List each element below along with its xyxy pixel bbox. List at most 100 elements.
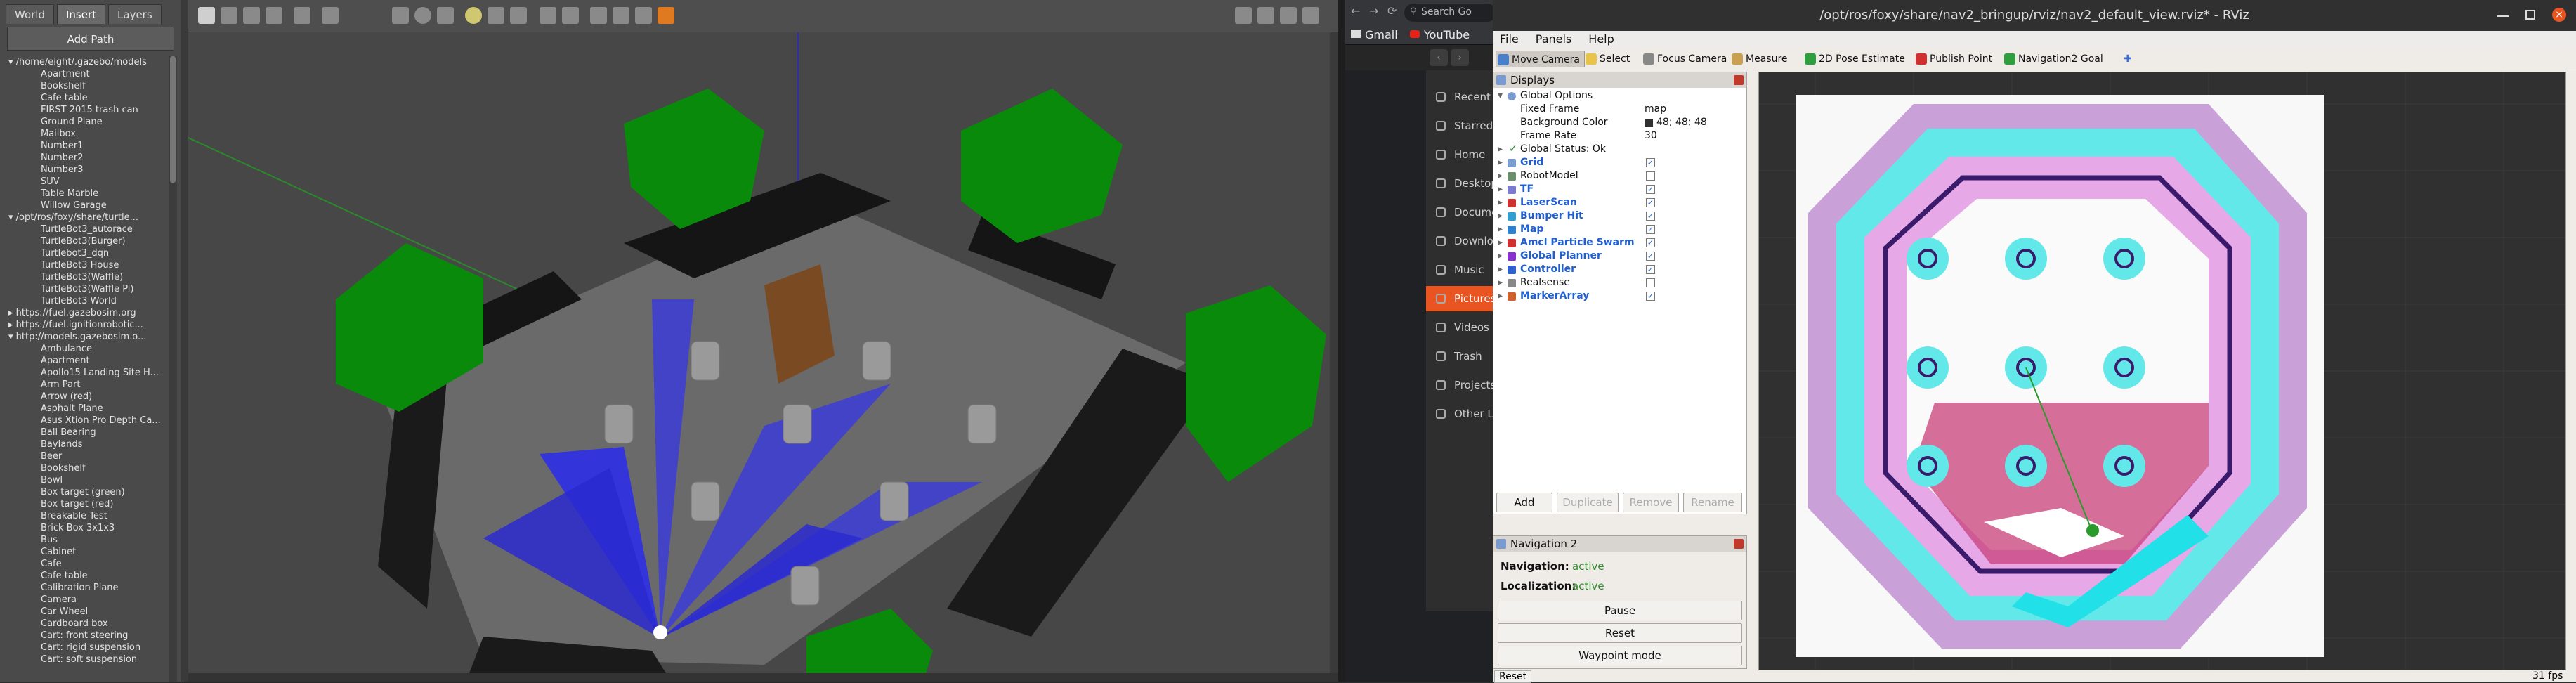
screenshot-icon[interactable] [1235,7,1252,24]
tree-model-item[interactable]: Mailbox [7,128,174,140]
address-bar[interactable]: ⚲ Search Go [1404,4,1496,22]
display-item-robotmodel[interactable]: ▸ RobotModel [1493,169,1746,183]
tree-model-item[interactable]: Car Wheel [7,606,174,618]
tree-model-item[interactable]: Cart: rigid suspension [7,642,174,653]
select-mode-icon[interactable] [198,7,215,24]
tree-model-item[interactable]: Asphalt Plane [7,403,174,415]
display-enable-checkbox[interactable]: ✓ [1646,212,1655,221]
tree-model-item[interactable]: TurtleBot3(Burger) [7,235,174,247]
display-enable-checkbox[interactable]: ✓ [1646,292,1655,301]
tree-model-item[interactable]: Cafe table [7,92,174,104]
background-color-row[interactable]: Background Color 48; 48; 48 [1493,116,1746,129]
global-options-row[interactable]: ▾ Global Options [1493,89,1746,103]
display-item-grid[interactable]: ▸ Grid ✓ [1493,156,1746,169]
tree-model-item[interactable]: Asus Xtion Pro Depth Ca... [7,415,174,427]
sidebar-item-starred[interactable]: Starred [1426,113,1496,138]
reset-button[interactable]: Reset [1498,623,1742,643]
tree-model-item[interactable]: Baylands [7,438,174,450]
copy-icon[interactable] [540,7,556,24]
snap-icon[interactable] [613,7,629,24]
back-icon[interactable]: ← [1351,4,1360,18]
forward-icon[interactable]: → [1369,4,1378,18]
tree-path[interactable]: ▾ /opt/ros/foxy/share/turtle... [7,212,174,223]
directional-light-icon[interactable] [510,7,527,24]
fixed-frame-value[interactable]: map [1645,103,1666,116]
sidebar-item-projects[interactable]: Projects [1426,372,1496,398]
expand-arrow-icon[interactable]: ▸ [8,308,16,318]
tree-model-item[interactable]: Cardboard box [7,618,174,630]
tree-model-item[interactable]: Cafe [7,558,174,570]
add-tool-icon[interactable]: ✚ [2124,51,2132,67]
sidebar-item-videos[interactable]: Videos [1426,315,1496,340]
status-reset-button[interactable]: Reset [1494,670,1532,683]
tree-model-item[interactable]: TurtleBot3 World [7,295,174,307]
tree-model-item[interactable]: Breakable Test [7,510,174,522]
pause-button[interactable]: Pause [1498,601,1742,620]
reload-icon[interactable]: ⟳ [1387,4,1397,18]
tree-model-item[interactable]: TurtleBot3(Waffle Pi) [7,283,174,295]
tree-model-item[interactable]: Bus [7,534,174,546]
model-tree-scrollbar[interactable] [169,56,177,682]
display-enable-checkbox[interactable]: ✓ [1646,225,1655,234]
waypoint-mode-button[interactable]: Waypoint mode [1498,646,1742,665]
tree-model-item[interactable]: Cabinet [7,546,174,558]
expand-arrow-icon[interactable]: ▾ [8,212,16,223]
display-item-global-planner[interactable]: ▸ Global Planner ✓ [1493,249,1746,263]
expand-arrow-icon[interactable]: ▸ [1498,156,1503,169]
tree-model-item[interactable]: Arm Part [7,379,174,391]
expand-arrow-icon[interactable]: ▸ [1498,223,1503,236]
tree-model-item[interactable]: Arrow (red) [7,391,174,403]
gazebo-3d-viewport[interactable] [188,32,1330,673]
tab-layers[interactable]: Layers [108,4,162,24]
tree-model-item[interactable]: Brick Box 3x1x3 [7,522,174,534]
translate-mode-icon[interactable] [221,7,237,24]
tool-select[interactable]: Select [1584,51,1630,67]
tree-model-item[interactable]: Apartment [7,355,174,367]
tree-model-item[interactable]: Cart: front steering [7,630,174,642]
tree-model-item[interactable]: TurtleBot3 House [7,259,174,271]
display-enable-checkbox[interactable]: ✓ [1646,198,1655,207]
tree-model-item[interactable]: Camera [7,594,174,606]
tree-model-item[interactable]: Ground Plane [7,116,174,128]
add-display-button[interactable]: Add [1496,493,1552,512]
magnet-icon[interactable] [635,7,652,24]
menu-panels[interactable]: Panels [1536,32,1572,46]
tool-focus-camera[interactable]: Focus Camera [1642,51,1727,67]
expand-arrow-icon[interactable]: ▸ [1498,276,1503,290]
expand-arrow-icon[interactable]: ▾ [1498,89,1503,103]
minimize-icon[interactable] [2497,15,2509,17]
expand-arrow-icon[interactable]: ▸ [1498,183,1503,196]
expand-arrow-icon[interactable]: ▸ [1498,169,1503,183]
tree-model-item[interactable]: Bookshelf [7,462,174,474]
tree-model-item[interactable]: TurtleBot3_autorace [7,223,174,235]
rviz-3d-view[interactable] [1758,72,2566,670]
tree-model-item[interactable]: Ambulance [7,343,174,355]
tree-model-item[interactable]: Number2 [7,152,174,164]
align-icon[interactable] [590,7,607,24]
expand-arrow-icon[interactable]: ▸ [1498,290,1503,303]
sidebar-item-downloads[interactable]: Downloads [1426,228,1496,254]
tree-model-item[interactable]: Bowl [7,474,174,486]
tool-2d-pose-estimate[interactable]: 2D Pose Estimate [1803,51,1905,67]
rename-display-button[interactable]: Rename [1683,493,1742,512]
sidebar-item-other-locations[interactable]: Other Locations [1426,401,1496,427]
tree-model-item[interactable]: Calibration Plane [7,582,174,594]
tree-model-item[interactable]: SUV [7,176,174,188]
display-item-realsense[interactable]: ▸ Realsense [1493,276,1746,290]
tool-measure[interactable]: Measure [1730,51,1788,67]
sidebar-item-documents[interactable]: Documents [1426,200,1496,225]
record-icon[interactable] [658,7,674,24]
expand-arrow-icon[interactable]: ▸ [8,320,16,330]
maximize-icon[interactable] [2525,10,2535,20]
tree-model-item[interactable]: Turtlebot3_dqn [7,247,174,259]
display-item-controller[interactable]: ▸ Controller ✓ [1493,263,1746,276]
paste-icon[interactable] [562,7,579,24]
duplicate-display-button[interactable]: Duplicate [1557,493,1619,512]
tree-path[interactable]: ▾ /home/eight/.gazebo/models [7,56,174,68]
display-item-laserscan[interactable]: ▸ LaserScan ✓ [1493,196,1746,209]
display-enable-checkbox[interactable]: ✓ [1646,265,1655,274]
display-item-map[interactable]: ▸ Map ✓ [1493,223,1746,236]
display-item-bumper-hit[interactable]: ▸ Bumper Hit ✓ [1493,209,1746,223]
box-shape-icon[interactable] [392,7,409,24]
scroll-thumb[interactable] [170,56,176,183]
